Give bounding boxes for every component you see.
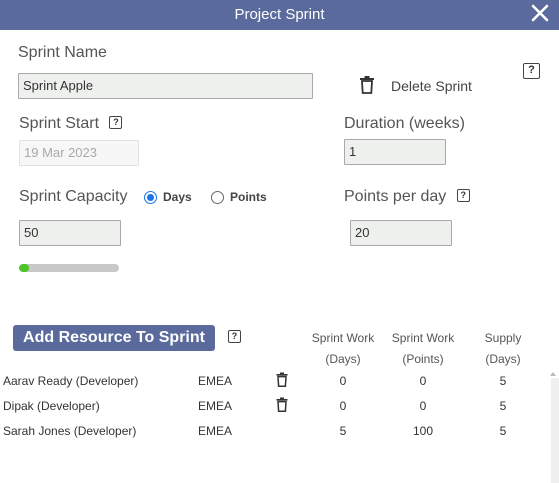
delete-sprint-button[interactable]: Delete Sprint bbox=[391, 78, 472, 94]
sprint-work-days: 5 bbox=[339, 424, 347, 438]
resource-region: EMEA bbox=[198, 424, 233, 438]
column-header-line: (Points) bbox=[402, 352, 444, 366]
column-header-work-points: Sprint Work (Points) bbox=[383, 328, 463, 370]
supply-days: 5 bbox=[499, 424, 507, 438]
sprint-name-input[interactable]: Sprint Apple bbox=[18, 73, 313, 99]
radio-selected-icon bbox=[144, 190, 157, 204]
sprint-work-days: 0 bbox=[339, 374, 347, 388]
trash-icon[interactable] bbox=[359, 75, 375, 94]
points-per-day-input[interactable]: 20 bbox=[350, 220, 452, 246]
dialog-titlebar: Project Sprint bbox=[0, 0, 559, 30]
column-header-line: (Days) bbox=[485, 352, 521, 366]
duration-label: Duration (weeks) bbox=[344, 115, 465, 132]
table-row: Dipak (Developer) EMEA 0 0 5 bbox=[0, 395, 540, 419]
points-per-day-label: Points per day ? bbox=[344, 188, 470, 206]
column-header-line: (Days) bbox=[325, 352, 361, 366]
column-header-supply: Supply (Days) bbox=[473, 328, 533, 370]
resource-name: Sarah Jones (Developer) bbox=[3, 424, 137, 438]
help-icon[interactable]: ? bbox=[523, 63, 540, 79]
capacity-points-label: Points bbox=[230, 190, 267, 204]
column-header-line: Sprint Work bbox=[311, 331, 375, 345]
table-row: Sarah Jones (Developer) EMEA 5 100 5 bbox=[0, 420, 540, 444]
supply-days: 5 bbox=[499, 399, 507, 413]
capacity-input[interactable]: 50 bbox=[19, 220, 121, 246]
trash-icon[interactable] bbox=[276, 397, 288, 412]
capacity-progress-fill bbox=[19, 264, 29, 272]
sprint-capacity-label: Sprint Capacity bbox=[19, 188, 128, 205]
close-icon[interactable] bbox=[529, 1, 551, 25]
sprint-start-label-text: Sprint Start bbox=[19, 115, 100, 132]
scroll-up-arrow-icon[interactable] bbox=[549, 370, 557, 378]
sprint-start-label: Sprint Start ? bbox=[19, 115, 123, 133]
duration-input[interactable]: 1 bbox=[344, 139, 446, 165]
sprint-start-input[interactable]: 19 Mar 2023 bbox=[19, 140, 139, 166]
trash-icon[interactable] bbox=[276, 372, 288, 387]
resource-name: Dipak (Developer) bbox=[3, 399, 100, 413]
help-icon[interactable]: ? bbox=[228, 330, 241, 343]
sprint-work-days: 0 bbox=[339, 399, 347, 413]
sprint-work-points: 0 bbox=[419, 374, 427, 388]
dialog-title: Project Sprint bbox=[234, 6, 325, 23]
help-icon[interactable]: ? bbox=[109, 115, 123, 129]
sprint-work-points: 0 bbox=[419, 399, 427, 413]
resource-region: EMEA bbox=[198, 374, 233, 388]
capacity-days-label: Days bbox=[163, 190, 192, 204]
help-icon[interactable]: ? bbox=[456, 188, 470, 202]
scrollbar[interactable] bbox=[551, 378, 559, 483]
resource-region: EMEA bbox=[198, 399, 233, 413]
add-resource-button[interactable]: Add Resource To Sprint bbox=[13, 325, 215, 351]
capacity-days-radio[interactable]: Days bbox=[144, 190, 192, 204]
column-header-line: Supply bbox=[484, 331, 522, 345]
radio-unselected-icon bbox=[211, 190, 224, 204]
column-header-line: Sprint Work bbox=[391, 331, 455, 345]
capacity-points-radio[interactable]: Points bbox=[211, 190, 267, 204]
supply-days: 5 bbox=[499, 374, 507, 388]
points-per-day-label-text: Points per day bbox=[344, 188, 447, 205]
resource-name: Aarav Ready (Developer) bbox=[3, 374, 139, 388]
column-header-work-days: Sprint Work (Days) bbox=[303, 328, 383, 370]
sprint-work-points: 100 bbox=[412, 424, 434, 438]
capacity-progress-bar bbox=[19, 264, 119, 272]
table-row: Aarav Ready (Developer) EMEA 0 0 5 bbox=[0, 370, 540, 394]
sprint-name-label: Sprint Name bbox=[18, 44, 107, 61]
